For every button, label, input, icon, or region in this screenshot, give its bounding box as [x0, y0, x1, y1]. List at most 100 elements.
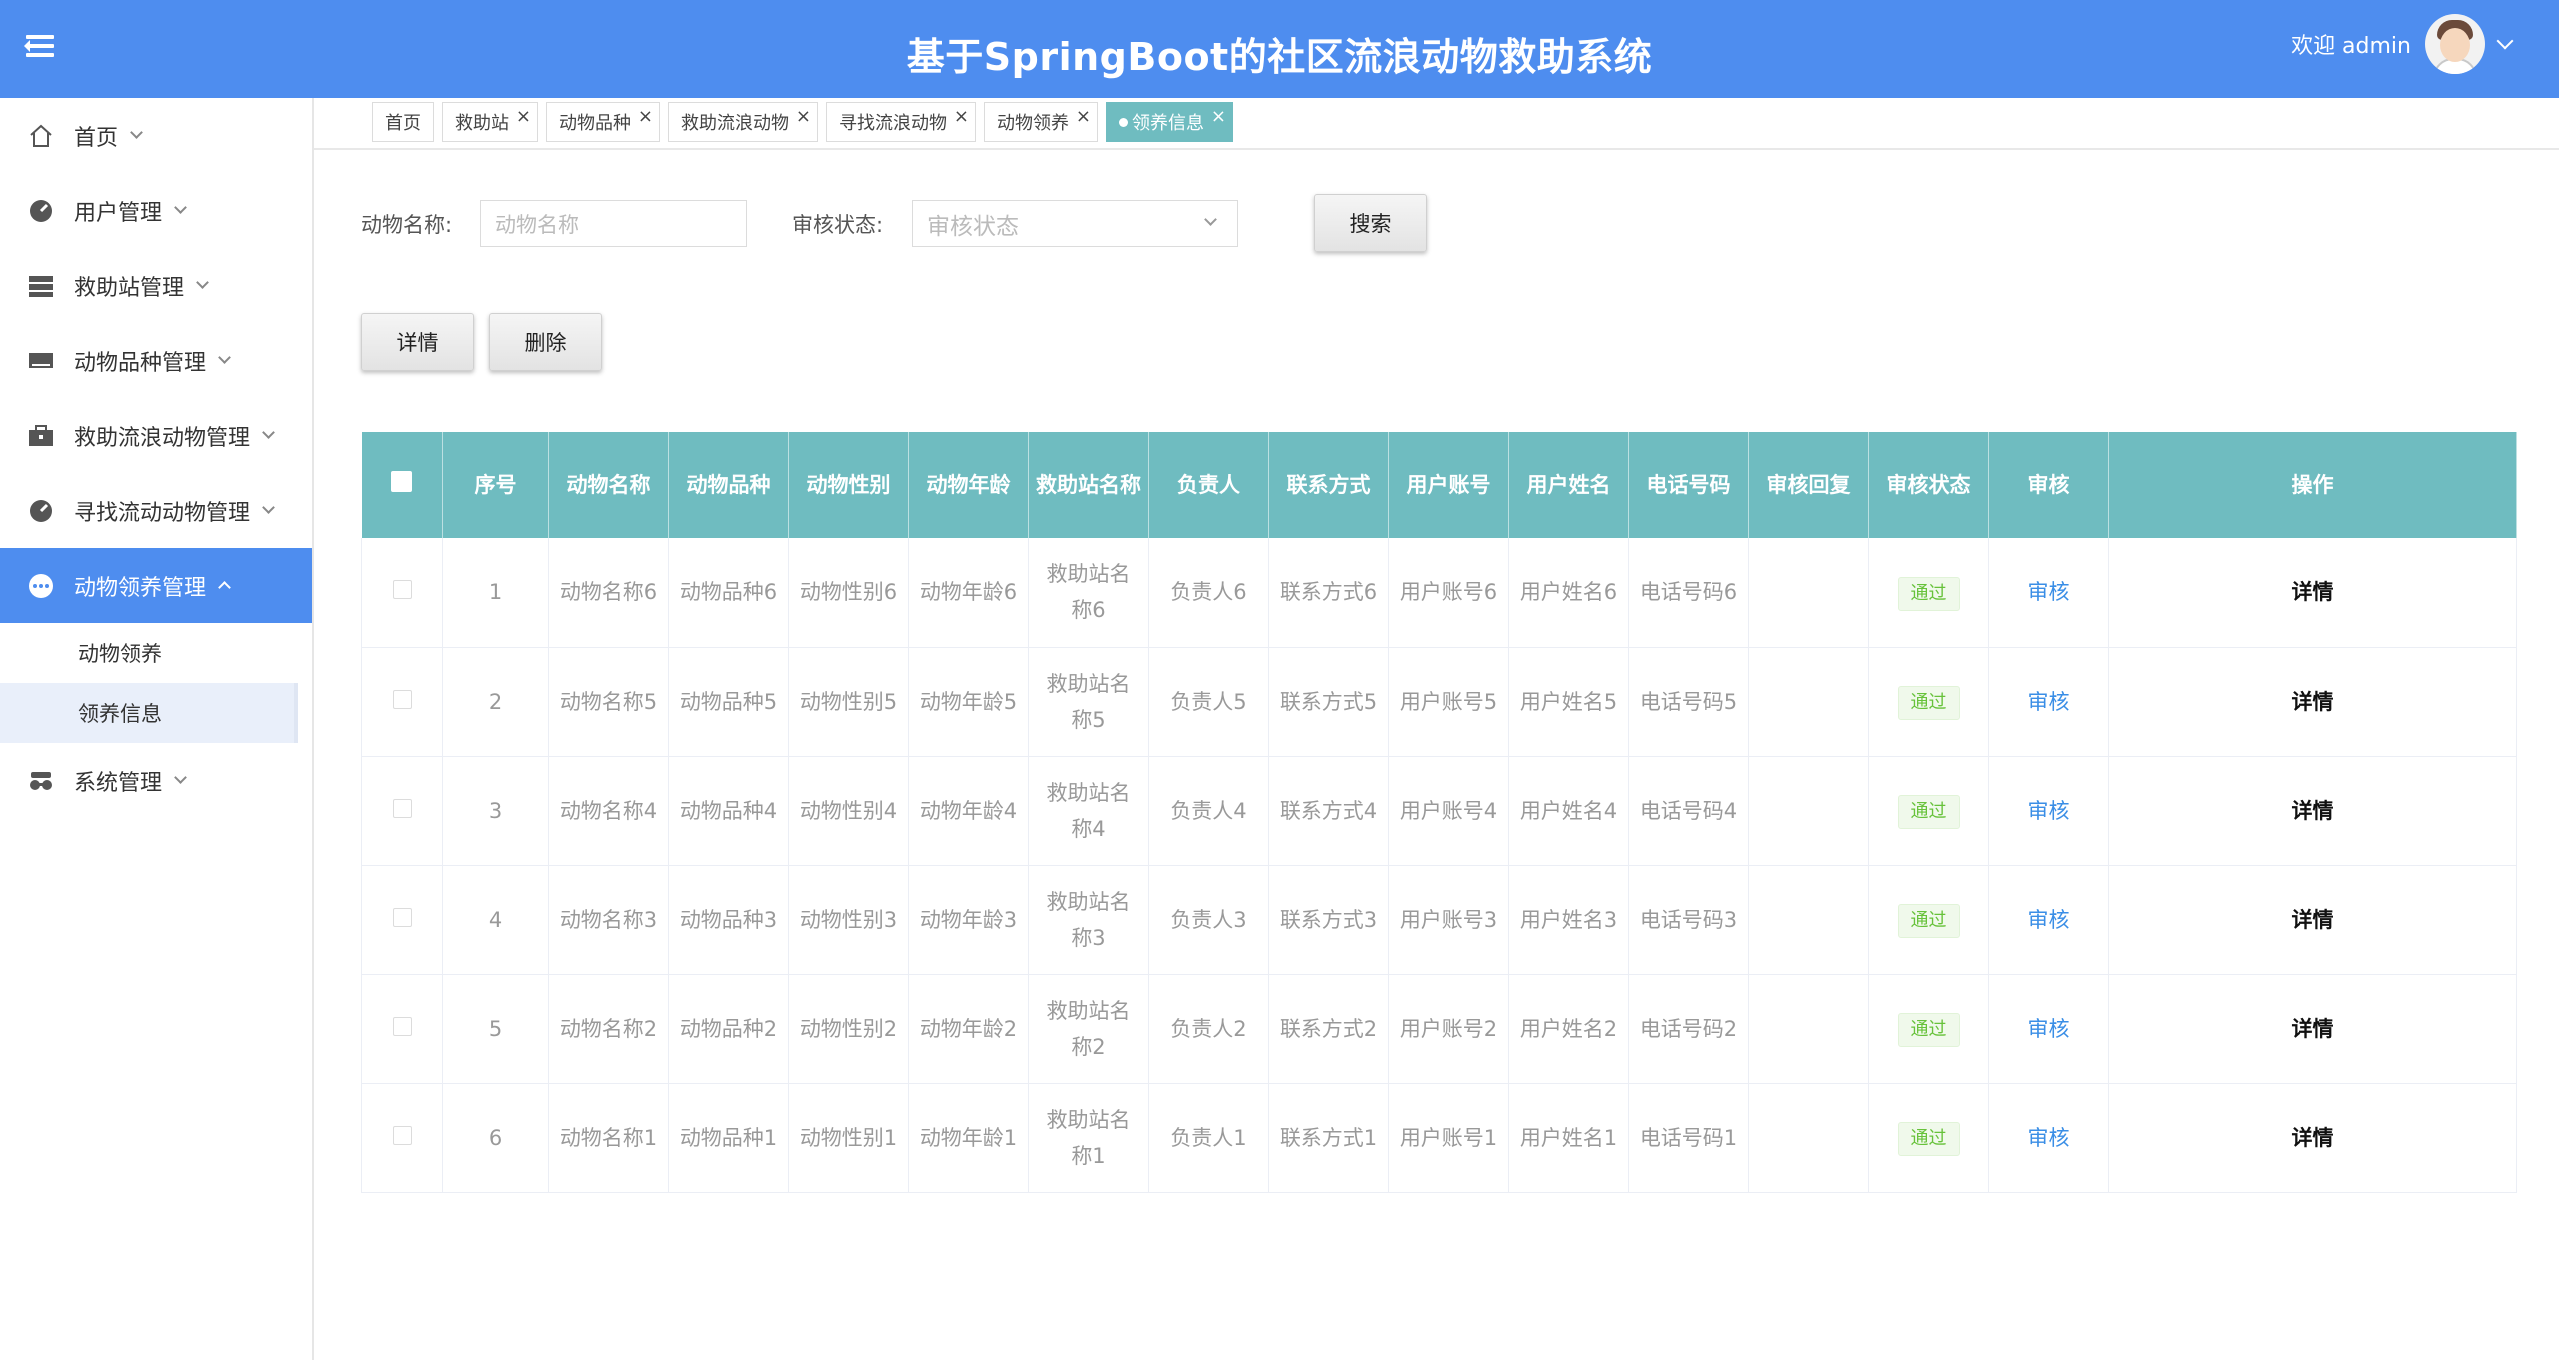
cell-breed: 动物品种5 [668, 647, 789, 757]
table-row[interactable]: 5 动物名称2 动物品种2 动物性别2 动物年龄2 救助站名称2 负责人2 联系方式2 用户账号… [361, 974, 2517, 1084]
cell-breed: 动物品种1 [668, 1083, 789, 1193]
sidebar: 首页 用户管理 救助站管理 动物品种管理 救助流浪动物管理 寻找流动动物管理 动… [0, 98, 314, 1360]
cell-phone: 电话号码1 [1628, 1083, 1749, 1193]
cell-username: 用户姓名5 [1508, 647, 1629, 757]
review-status-select[interactable]: 审核状态 [912, 200, 1238, 247]
tab-breed[interactable]: 动物品种 × [546, 102, 660, 142]
avatar[interactable] [2425, 14, 2485, 74]
sidebar-item-users[interactable]: 用户管理 [0, 173, 312, 248]
row-detail-button[interactable]: 详情 [2292, 1017, 2334, 1041]
sidebar-item-breeds[interactable]: 动物品种管理 [0, 323, 312, 398]
cell-gender: 动物性别5 [788, 647, 909, 757]
sidebar-item-label: 首页 [74, 125, 119, 151]
chevron-down-icon [130, 126, 143, 139]
row-select-cell[interactable] [361, 647, 443, 757]
submenu-item-adoption-info[interactable]: 领养信息 [0, 683, 298, 743]
review-link[interactable]: 审核 [2028, 1126, 2070, 1150]
sidebar-item-system[interactable]: 系统管理 [0, 743, 312, 818]
row-checkbox[interactable] [392, 1016, 412, 1036]
close-icon[interactable]: × [1211, 106, 1226, 127]
row-select-cell[interactable] [361, 974, 443, 1084]
column-header: 联系方式 [1268, 432, 1389, 538]
table-row[interactable]: 3 动物名称4 动物品种4 动物性别4 动物年龄4 救助站名称4 负责人4 联系方式4 用户账号… [361, 756, 2517, 866]
cell-no: 4 [442, 865, 549, 975]
tab-adoption[interactable]: 动物领养 × [984, 102, 1098, 142]
review-link[interactable]: 审核 [2028, 799, 2070, 823]
row-detail-button[interactable]: 详情 [2292, 908, 2334, 932]
dashboard-icon [26, 196, 56, 226]
tab-station[interactable]: 救助站 × [442, 102, 538, 142]
cell-owner: 负责人3 [1148, 865, 1269, 975]
cell-phone: 电话号码4 [1628, 756, 1749, 866]
row-select-cell[interactable] [361, 756, 443, 866]
cell-gender: 动物性别2 [788, 974, 909, 1084]
cell-username: 用户姓名6 [1508, 538, 1629, 648]
submenu-item-adoption[interactable]: 动物领养 [0, 623, 312, 683]
sidebar-item-adoption[interactable]: 动物领养管理 [0, 548, 312, 623]
column-header: 审核状态 [1868, 432, 1989, 538]
table-row[interactable]: 1 动物名称6 动物品种6 动物性别6 动物年龄6 救助站名称6 负责人6 联系方式6 用户账号… [361, 538, 2517, 648]
close-icon[interactable]: × [1076, 106, 1091, 127]
search-button[interactable]: 搜索 [1314, 194, 1427, 252]
row-detail-button[interactable]: 详情 [2292, 580, 2334, 604]
row-checkbox[interactable] [392, 907, 412, 927]
tab-home[interactable]: 首页 [372, 102, 434, 142]
cell-operation: 详情 [2108, 865, 2517, 975]
close-icon[interactable]: × [638, 106, 653, 127]
delete-button[interactable]: 删除 [489, 313, 602, 371]
chevron-down-icon[interactable] [2496, 32, 2514, 50]
status-badge: 通过 [1897, 1013, 1960, 1047]
close-icon[interactable]: × [516, 106, 531, 127]
cell-phone: 电话号码5 [1628, 647, 1749, 757]
cell-no: 2 [442, 647, 549, 757]
cell-contact: 联系方式5 [1268, 647, 1389, 757]
cell-operation: 详情 [2108, 1083, 2517, 1193]
row-detail-button[interactable]: 详情 [2292, 1126, 2334, 1150]
column-header: 用户姓名 [1508, 432, 1629, 538]
chevron-down-icon [174, 771, 187, 784]
row-select-cell[interactable] [361, 865, 443, 975]
review-link[interactable]: 审核 [2028, 1017, 2070, 1041]
cell-owner: 负责人4 [1148, 756, 1269, 866]
animal-name-input[interactable]: 动物名称 [480, 200, 747, 247]
tab-lost-animals[interactable]: 寻找流浪动物 × [826, 102, 976, 142]
chevron-down-icon [1204, 213, 1217, 226]
row-select-cell[interactable] [361, 1083, 443, 1193]
cell-phone: 电话号码2 [1628, 974, 1749, 1084]
review-link[interactable]: 审核 [2028, 580, 2070, 604]
sidebar-item-stations[interactable]: 救助站管理 [0, 248, 312, 323]
close-icon[interactable]: × [796, 106, 811, 127]
row-checkbox[interactable] [392, 1125, 412, 1145]
select-all-header[interactable] [361, 432, 443, 538]
table-row[interactable]: 6 动物名称1 动物品种1 动物性别1 动物年龄1 救助站名称1 负责人1 联系方式1 用户账号… [361, 1083, 2517, 1193]
cell-owner: 负责人2 [1148, 974, 1269, 1084]
row-checkbox[interactable] [392, 580, 412, 600]
user-menu[interactable]: 欢迎 admin [2291, 14, 2514, 74]
detail-button[interactable]: 详情 [361, 313, 474, 371]
cell-gender: 动物性别6 [788, 538, 909, 648]
cell-age: 动物年龄3 [908, 865, 1029, 975]
sidebar-item-lost-animals[interactable]: 寻找流动动物管理 [0, 473, 312, 548]
row-detail-button[interactable]: 详情 [2292, 690, 2334, 714]
table-row[interactable]: 4 动物名称3 动物品种3 动物性别3 动物年龄3 救助站名称3 负责人3 联系方式3 用户账号… [361, 865, 2517, 975]
tab-adoption-info[interactable]: 领养信息 × [1106, 102, 1233, 142]
review-link[interactable]: 审核 [2028, 690, 2070, 714]
row-detail-button[interactable]: 详情 [2292, 799, 2334, 823]
tab-rescue-animals[interactable]: 救助流浪动物 × [668, 102, 818, 142]
page-tabs: 首页 救助站 × 动物品种 × 救助流浪动物 × 寻找流浪动物 × 动物领养 ×… [372, 102, 1233, 144]
cell-account: 用户账号4 [1388, 756, 1509, 866]
table-row[interactable]: 2 动物名称5 动物品种5 动物性别5 动物年龄5 救助站名称5 负责人5 联系方式5 用户账号… [361, 647, 2517, 757]
row-checkbox[interactable] [392, 798, 412, 818]
table-header-row: 序号 动物名称 动物品种 动物性别 动物年龄 救助站名称 负责人 联系方式 用户… [361, 432, 2517, 538]
review-link[interactable]: 审核 [2028, 908, 2070, 932]
cell-username: 用户姓名3 [1508, 865, 1629, 975]
row-checkbox[interactable] [392, 689, 412, 709]
close-icon[interactable]: × [954, 106, 969, 127]
sidebar-item-home[interactable]: 首页 [0, 98, 312, 173]
select-all-checkbox[interactable] [391, 471, 413, 492]
column-header: 动物名称 [548, 432, 669, 538]
sidebar-item-label: 动物品种管理 [74, 350, 207, 376]
sidebar-item-rescue-animals[interactable]: 救助流浪动物管理 [0, 398, 312, 473]
row-select-cell[interactable] [361, 538, 443, 648]
column-header: 审核回复 [1748, 432, 1869, 538]
